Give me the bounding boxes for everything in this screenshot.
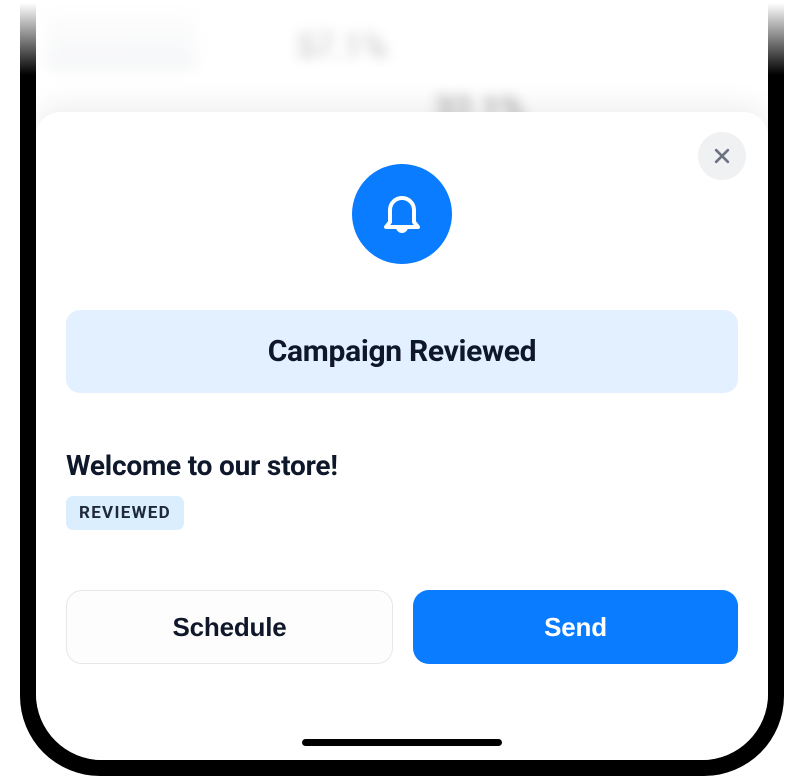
bg-percent-1: 57.1%: [296, 25, 387, 65]
home-indicator[interactable]: [302, 739, 502, 746]
schedule-button[interactable]: Schedule: [66, 590, 393, 664]
title-banner: Campaign Reviewed: [66, 310, 738, 393]
bell-circle: [352, 164, 452, 264]
bell-icon: [378, 190, 426, 238]
status-badge: REVIEWED: [66, 496, 184, 530]
campaign-name: Welcome to our store!: [66, 449, 738, 482]
modal-title: Campaign Reviewed: [86, 334, 718, 369]
phone-frame: 57.1% 32.1% Campaign Reviewed Welcome to…: [20, 0, 784, 776]
close-icon: [712, 146, 732, 166]
phone-screen: 57.1% 32.1% Campaign Reviewed Welcome to…: [36, 0, 768, 760]
modal-sheet: Campaign Reviewed Welcome to our store! …: [36, 112, 768, 760]
send-button[interactable]: Send: [413, 590, 738, 664]
button-row: Schedule Send: [66, 590, 738, 664]
close-button[interactable]: [698, 132, 746, 180]
bg-card: [46, 0, 196, 70]
